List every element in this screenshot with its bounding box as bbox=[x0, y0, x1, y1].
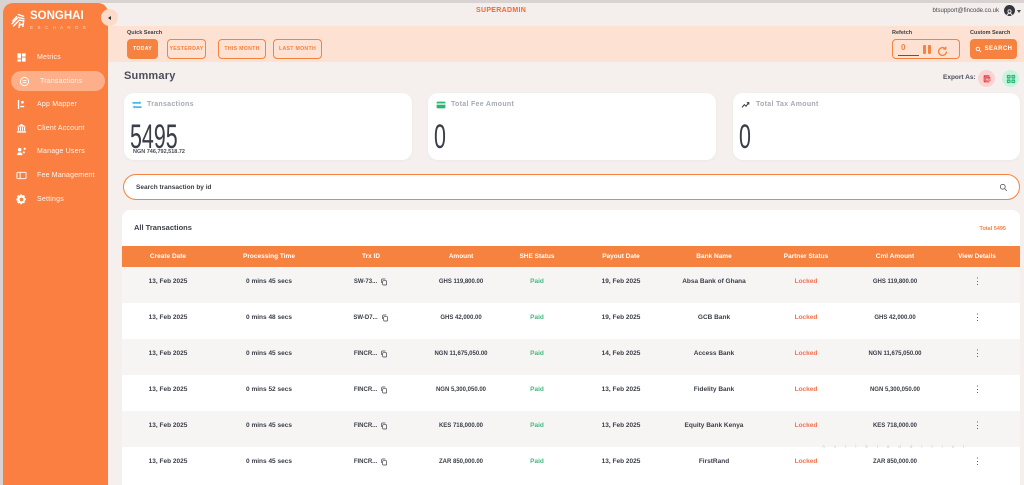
svg-text:PDF: PDF bbox=[985, 78, 990, 81]
